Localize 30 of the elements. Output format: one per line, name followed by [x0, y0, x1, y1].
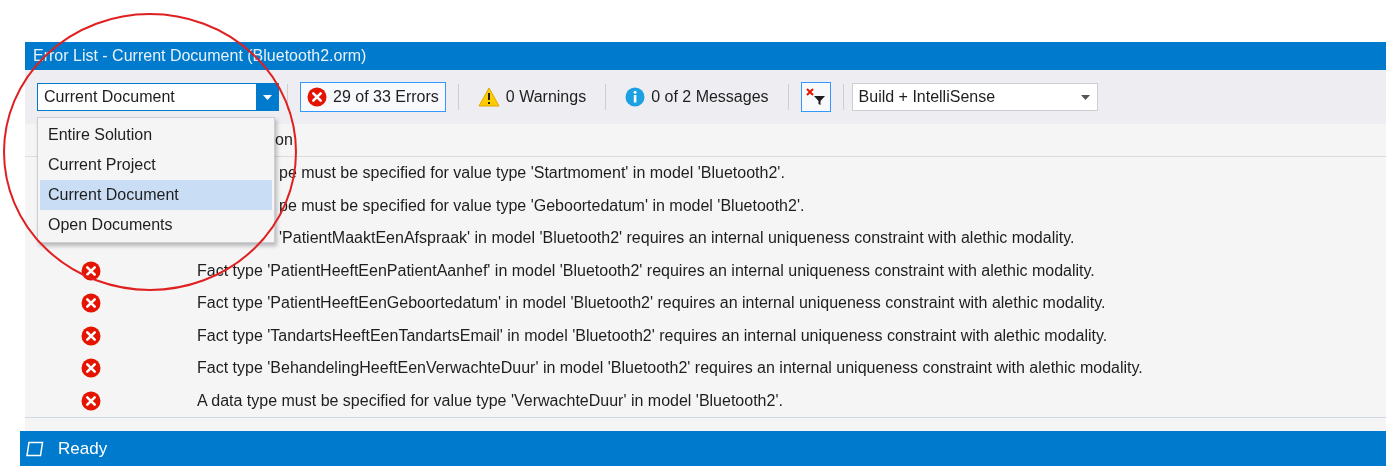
error-icon	[81, 293, 101, 314]
caret-icon	[262, 94, 272, 100]
menu-item[interactable]: Entire Solution	[40, 120, 272, 150]
window-icon	[26, 440, 44, 457]
filter-toggle[interactable]: 0 Warnings	[470, 82, 594, 112]
column-header: on	[275, 131, 293, 149]
filter-button[interactable]	[800, 82, 831, 112]
menu-item[interactable]: Current Document	[40, 180, 272, 210]
error-icon	[81, 260, 101, 281]
error-description: A data type must be specified for value type 'VerwachteDuur' in model 'Bluetooth2'.	[197, 391, 783, 410]
error-icon	[81, 325, 101, 346]
error-description: Fact type 'PatientHeeftEenPatientAanhef' in model 'Bluetooth2' requires an internal uniqueness constraint with alethic modality.	[197, 261, 1095, 280]
error-description: Fact type 'PatientHeeftEenGeboortedatum' in model 'Bluetooth2' requires an internal uniqueness constraint with alethic modality.	[197, 294, 1106, 313]
error-icon	[81, 390, 101, 411]
menu-item[interactable]: Current Project	[40, 150, 272, 180]
caret-icon	[1081, 94, 1091, 100]
warning-icon	[477, 87, 500, 107]
error-description: 'PatientMaaktEenAfspraak' in model 'Bluetooth2' requires an internal uniqueness constraint with alethic modality.	[279, 229, 1075, 248]
source-dropdown[interactable]: Build + IntelliSense	[851, 83, 1098, 111]
info-icon	[625, 87, 646, 107]
error-icon	[81, 358, 101, 379]
error-icon	[307, 87, 327, 107]
menu-item[interactable]: Open Documents	[40, 210, 272, 240]
error-description: Fact type 'BehandelingHeeftEenVerwachteDuur' in model 'Bluetooth2' requires an internal uniqueness constraint with alethic modality.	[197, 359, 1143, 378]
clear-filter-icon	[805, 88, 826, 106]
scope-dropdown[interactable]: Current Document	[37, 83, 279, 111]
filter-toggle[interactable]: 29 of 33 Errors	[300, 82, 446, 112]
filter-toggle[interactable]: 0 of 2 Messages	[618, 82, 776, 112]
error-description: Fact type 'TandartsHeeftEenTandartsEmail' in model 'Bluetooth2' requires an internal uniqueness constraint with alethic modality.	[197, 326, 1108, 345]
status-text: Ready	[58, 438, 108, 459]
